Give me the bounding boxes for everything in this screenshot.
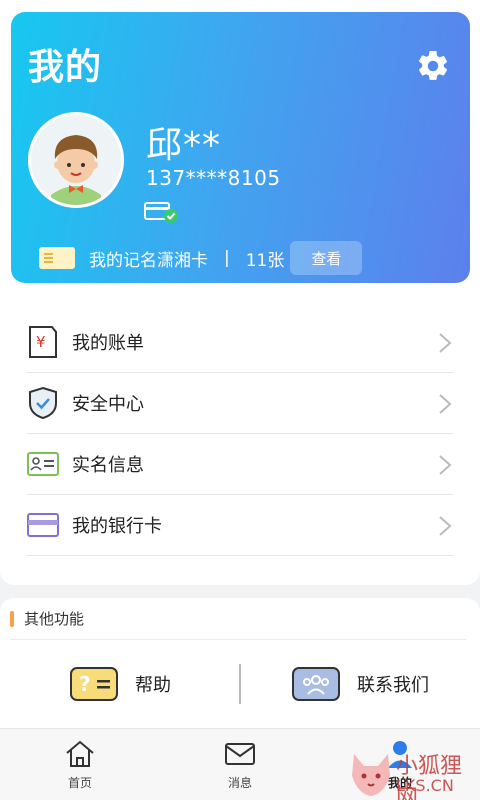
help-label: 帮助 — [135, 675, 171, 696]
tab-label-messages: 消息 — [227, 775, 252, 790]
tab-home[interactable]: 首页 — [0, 729, 160, 800]
avatar-boy-icon — [31, 115, 121, 205]
help-icon: ? — [70, 667, 118, 701]
chevron-right-icon — [439, 333, 452, 353]
other-functions-header: 其他功能 — [10, 598, 466, 640]
gear-icon[interactable] — [415, 48, 451, 84]
other-functions-title: 其他功能 — [24, 610, 85, 628]
svg-text:?: ? — [79, 672, 91, 696]
watermark: 小狐狸网 LKS.CN — [344, 740, 480, 800]
accent-bar — [10, 610, 14, 627]
tab-messages[interactable]: 消息 — [160, 729, 320, 800]
contact-us-button[interactable]: 联系我们 — [240, 666, 480, 702]
contact-icon — [292, 667, 340, 701]
menu-label-realname: 实名信息 — [72, 455, 144, 476]
user-name: 邱** — [146, 125, 222, 166]
page-title: 我的 — [28, 47, 103, 88]
separator: | — [224, 248, 230, 268]
svg-text:¥: ¥ — [36, 333, 46, 351]
bill-icon: ¥ — [26, 325, 60, 359]
fox-logo-icon — [352, 754, 390, 796]
mail-icon — [225, 742, 255, 765]
card-count: 11张 — [245, 250, 285, 271]
chevron-right-icon — [439, 455, 452, 475]
chevron-right-icon — [439, 394, 452, 414]
id-card-icon — [26, 447, 60, 481]
card-icon — [39, 247, 75, 269]
bank-card-icon — [26, 508, 60, 542]
verified-card-icon — [144, 202, 178, 223]
menu-label-bankcard: 我的银行卡 — [72, 516, 162, 537]
menu-item-bankcard[interactable]: 我的银行卡 — [26, 495, 454, 556]
shield-icon — [26, 386, 60, 420]
home-icon — [66, 740, 94, 767]
avatar[interactable] — [28, 112, 124, 208]
user-phone: 137****8105 — [146, 166, 281, 190]
menu-item-bill[interactable]: ¥ 我的账单 — [26, 312, 454, 373]
other-functions-panel: 其他功能 ? 帮助 联系我们 — [0, 598, 480, 728]
tab-label-home: 首页 — [67, 775, 92, 790]
contact-label: 联系我们 — [357, 675, 429, 696]
card-label: 我的记名潇湘卡 — [89, 250, 208, 271]
function-divider — [239, 664, 241, 704]
help-button[interactable]: ? 帮助 — [0, 666, 240, 702]
profile-card: 我的 邱** 137****8105 我的记名潇湘卡 | 11张 查看 — [11, 12, 470, 283]
chevron-right-icon — [439, 516, 452, 536]
menu-item-realname[interactable]: 实名信息 — [26, 434, 454, 495]
watermark-domain: LKS.CN — [396, 776, 454, 795]
view-button[interactable]: 查看 — [290, 241, 363, 275]
menu-item-security[interactable]: 安全中心 — [26, 373, 454, 434]
function-row: ? 帮助 联系我们 — [0, 660, 480, 708]
menu-label-bill: 我的账单 — [72, 333, 144, 354]
menu-label-security: 安全中心 — [72, 394, 144, 415]
menu-list: ¥ 我的账单 安全中心 实名信息 我的银行卡 — [26, 312, 454, 556]
card-summary-bar: 我的记名潇湘卡 | 11张 查看 — [39, 241, 363, 275]
